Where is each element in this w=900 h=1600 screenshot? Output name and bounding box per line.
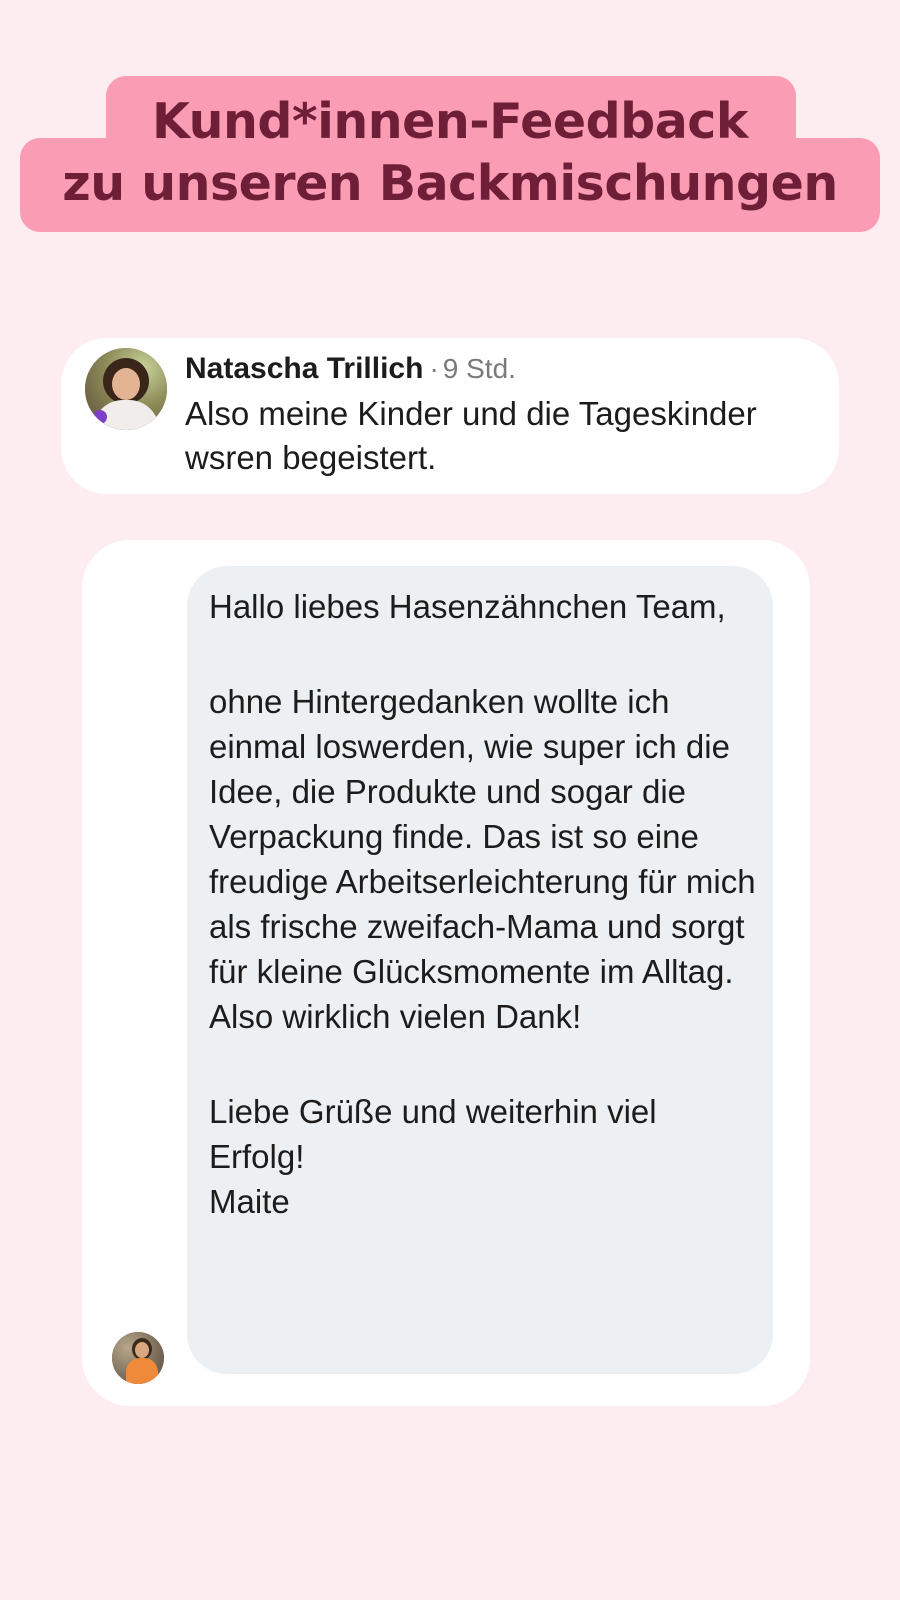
message-text: Hallo liebes Hasenzähnchen Team, ohne Hi… [209, 584, 759, 1224]
comment-text-line: Also meine Kinder und die Tageskinder [185, 395, 757, 432]
message-bubble: Hallo liebes Hasenzähnchen Team, ohne Hi… [187, 566, 773, 1374]
message-body: ohne Hintergedanken wollte ich einmal lo… [209, 683, 756, 1035]
comment-header: Natascha Trillich · 9 Std. [185, 352, 516, 386]
headline: Kund*innen-Feedback zu unseren Backmisch… [0, 0, 900, 240]
comment-timestamp[interactable]: 9 Std. [443, 353, 516, 384]
comment-separator: · [429, 353, 439, 384]
comment-card: Natascha Trillich · 9 Std. Also meine Kind… [61, 338, 839, 494]
headline-line-1: Kund*innen-Feedback [152, 93, 748, 150]
message-greeting: Hallo liebes Hasenzähnchen Team, [209, 588, 726, 625]
sender-avatar[interactable] [112, 1332, 164, 1384]
comment-text-line: wsren begeistert. [185, 439, 437, 476]
commenter-name[interactable]: Natascha Trillich [185, 352, 423, 385]
message-closing: Liebe Grüße und weiterhin viel Erfolg! [209, 1093, 657, 1175]
headline-line-2: zu unseren Backmischungen [62, 155, 838, 212]
commenter-avatar[interactable] [85, 348, 167, 430]
comment-text: Also meine Kinder und die Tageskinder ws… [185, 392, 835, 480]
message-signature: Maite [209, 1183, 290, 1220]
message-card: Hallo liebes Hasenzähnchen Team, ohne Hi… [82, 540, 810, 1406]
